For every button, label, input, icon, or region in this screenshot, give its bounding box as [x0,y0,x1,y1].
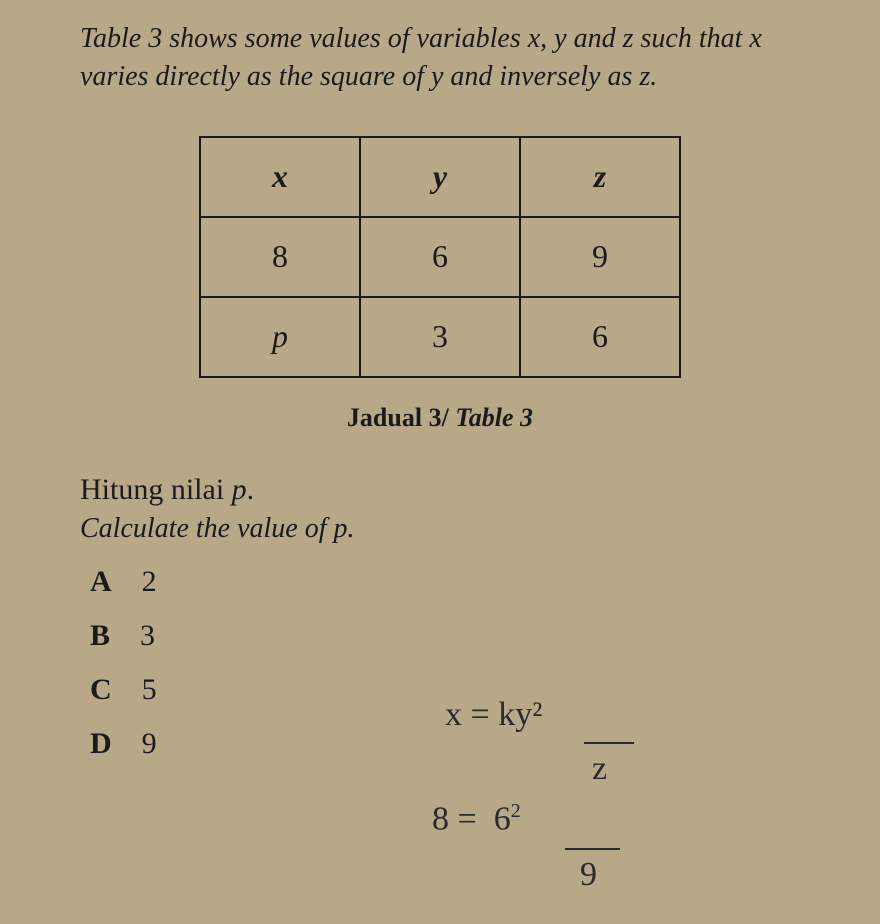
handwritten-equation-1: x = ky² [445,696,542,734]
cell: 9 [520,217,680,297]
option-value: 5 [142,673,157,707]
table-container: x y z 8 6 9 p 3 6 [60,136,820,378]
eq1-denominator: z [592,750,607,788]
option-letter: A [90,565,112,599]
caption-en: Table 3 [455,403,533,432]
eq2-exponent: 2 [511,800,521,822]
eq1-lhs: x = [445,696,490,733]
caption-ms: Jadual 3/ [347,403,449,432]
option-a: A 2 [90,565,820,599]
table-caption: Jadual 3/ Table 3 [60,403,820,433]
fraction-bar-icon [584,742,634,744]
option-b: B 3 [90,619,820,653]
col-header-y: y [360,137,520,217]
data-table: x y z 8 6 9 p 3 6 [199,136,681,378]
eq2-denominator: 9 [580,856,597,894]
col-header-z: z [520,137,680,217]
cell-variable-p: p [200,297,360,377]
option-value: 9 [142,727,157,761]
cell: 6 [520,297,680,377]
eq1-numerator: ky² [498,696,542,733]
eq2-lhs: 8 = [432,800,477,837]
table-header-row: x y z [200,137,680,217]
handwritten-equation-2: 8 = 62 [432,800,521,838]
cell: 8 [200,217,360,297]
table-row: 8 6 9 [200,217,680,297]
col-header-x: x [200,137,360,217]
table-row: p 3 6 [200,297,680,377]
eq2-numerator: 6 [494,800,511,837]
question-malay-post: . [247,473,255,506]
question-malay-pre: Hitung nilai [80,473,232,506]
intro-text: Table 3 shows some values of variables x… [80,20,800,96]
option-value: 2 [142,565,157,599]
option-letter: C [90,673,112,707]
question-english: Calculate the value of p. [80,513,820,545]
variable-p: p [232,473,247,506]
question-malay: Hitung nilai p. [80,473,820,507]
cell: 3 [360,297,520,377]
option-letter: D [90,727,112,761]
cell: 6 [360,217,520,297]
option-value: 3 [140,619,155,653]
fraction-bar-icon [565,848,620,850]
option-letter: B [90,619,110,653]
